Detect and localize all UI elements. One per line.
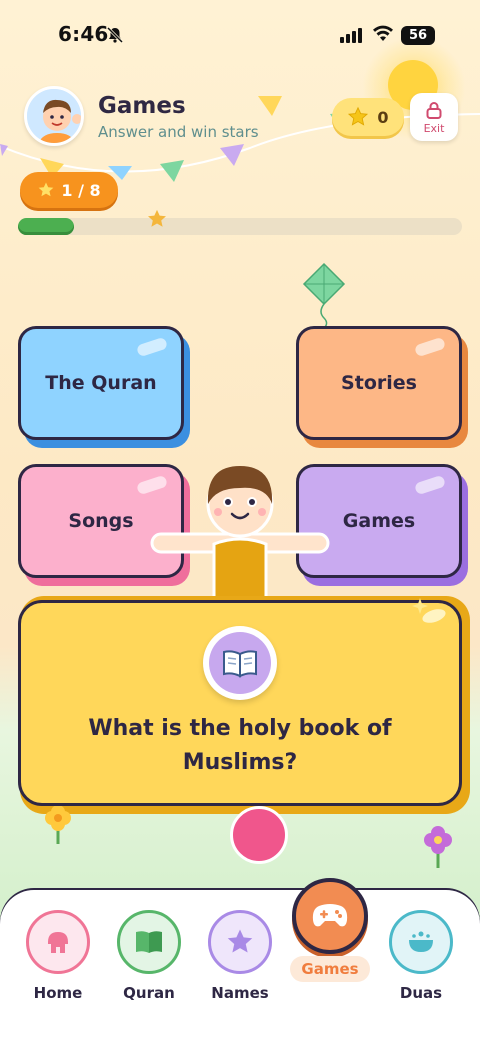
nav-item-quran[interactable]: Quran	[104, 910, 194, 1002]
open-book-icon	[209, 632, 271, 694]
stars-count: 0	[377, 107, 389, 127]
option-label: Songs	[68, 510, 134, 532]
level-label: 1 / 8	[61, 180, 101, 200]
stars-counter: 0	[332, 98, 404, 136]
flower-icon	[424, 826, 452, 868]
flower-icon	[45, 806, 71, 844]
card-shine	[135, 336, 169, 358]
option-label: Games	[342, 510, 416, 532]
bell-off-icon	[106, 26, 124, 48]
duas-icon	[389, 910, 453, 974]
status-time: 6:46	[58, 22, 109, 46]
nav-item-duas[interactable]: Duas	[376, 910, 466, 1002]
kite-decoration	[302, 262, 346, 331]
lock-icon	[426, 101, 442, 119]
home-icon	[26, 910, 90, 974]
option-label: The Quran	[45, 372, 157, 394]
option-the-quran[interactable]: The Quran	[18, 326, 184, 440]
nav-label-names: Names	[211, 984, 269, 1002]
question-text: What is the holy book of Muslims?	[88, 716, 392, 775]
progress-bar	[18, 218, 462, 235]
nav-item-names[interactable]: Names	[195, 910, 285, 1002]
exit-label: Exit	[423, 121, 445, 135]
option-label: Stories	[341, 372, 417, 394]
card-shine	[413, 474, 447, 496]
nav-item-games[interactable]	[292, 878, 368, 954]
star-icon	[39, 182, 54, 197]
signal-icon	[340, 28, 362, 43]
card-shine	[413, 336, 447, 358]
nav-label-quran: Quran	[123, 984, 175, 1002]
progress-star-icon	[146, 208, 168, 234]
gamepad-icon	[312, 904, 348, 927]
progress-fill	[18, 218, 74, 235]
question-icon-badge	[203, 626, 277, 700]
page-title: Games	[98, 93, 186, 119]
pink-ball-decoration	[230, 806, 288, 864]
child-character	[150, 466, 330, 610]
star-icon	[208, 910, 272, 974]
nav-label-games: Games	[290, 956, 370, 982]
nav-label-duas: Duas	[399, 984, 443, 1002]
book-icon	[117, 910, 181, 974]
exit-button[interactable]: Exit	[410, 93, 458, 141]
page-subtitle: Answer and win stars	[98, 123, 259, 141]
nav-label-home: Home	[33, 984, 83, 1002]
star-icon	[348, 106, 369, 126]
sparkle-icon	[412, 598, 446, 623]
battery-indicator: 56	[401, 26, 435, 45]
user-avatar[interactable]	[24, 86, 84, 146]
nav-item-home[interactable]: Home	[13, 910, 103, 1002]
wifi-icon	[372, 24, 394, 46]
option-stories[interactable]: Stories	[296, 326, 462, 440]
level-badge: 1 / 8	[20, 172, 118, 208]
